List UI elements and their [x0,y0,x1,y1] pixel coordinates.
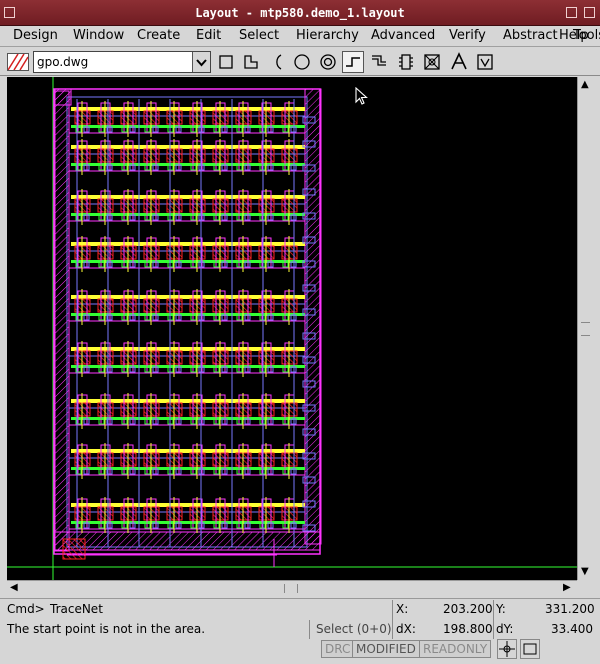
menu-window[interactable]: Window [73,28,124,43]
scroll-right-icon[interactable]: ▶ [563,583,571,593]
pin-tool-icon[interactable] [474,51,496,73]
menu-create[interactable]: Create [137,28,180,43]
chevron-down-icon[interactable] [192,52,210,72]
window-icon[interactable] [520,639,540,659]
layer-select-value: gpo.dwg [37,55,89,69]
maximize-icon[interactable] [584,7,595,18]
drc-flag: DRC [321,640,355,658]
x-label: X: [396,602,409,616]
selection-count: Select (0+0) [316,622,392,636]
via-tool-icon[interactable] [421,51,443,73]
window-title: Layout - mtp580.demo_1.layout [195,6,405,20]
menu-advanced[interactable]: Advanced [371,28,435,43]
mouse-cursor-icon [355,87,368,105]
scroll-grip-icon[interactable] [581,322,590,336]
menu-abstract[interactable]: Abstract [503,28,558,43]
dy-label: dY: [496,622,514,636]
readonly-flag: READONLY [419,640,492,658]
path-tool-icon[interactable] [342,51,364,73]
instance-tool-icon[interactable] [395,51,417,73]
scroll-down-icon[interactable]: ▼ [581,567,589,577]
modified-flag: MODIFIED [352,640,420,658]
command-label: Cmd> [7,602,45,616]
circle-tool-icon[interactable] [291,51,313,73]
menu-select[interactable]: Select [239,28,279,43]
scroll-grip-horizontal-icon[interactable] [284,584,298,593]
dx-value: 198.800 [443,622,493,636]
layer-select[interactable]: gpo.dwg [33,51,211,73]
menu-bar: Design Window Create Edit Select Hierarc… [0,26,600,47]
horizontal-scrollbar[interactable]: ◀ ▶ [7,580,577,596]
bus-tool-icon[interactable] [368,51,390,73]
text-tool-icon[interactable] [448,51,470,73]
status-message: The start point is not in the area. [7,622,206,636]
scroll-left-icon[interactable]: ◀ [10,583,18,593]
menu-tools[interactable]: Tools [573,28,600,43]
dy-value: 33.400 [551,622,593,636]
y-value: 331.200 [545,602,595,616]
rectangle-tool-icon[interactable] [215,51,237,73]
menu-design[interactable]: Design [13,28,58,43]
layout-drawing[interactable] [7,77,577,580]
menu-verify[interactable]: Verify [449,28,486,43]
y-label: Y: [496,602,506,616]
donut-tool-icon[interactable] [317,51,339,73]
scroll-up-icon[interactable]: ▲ [581,80,589,90]
polygon-tool-icon[interactable] [240,51,262,73]
dx-label: dX: [396,622,416,636]
command-value: TraceNet [50,602,103,616]
arc-tool-icon[interactable] [266,51,288,73]
menu-hierarchy[interactable]: Hierarchy [296,28,359,43]
title-bar: Layout - mtp580.demo_1.layout [0,0,600,26]
layer-swatch[interactable] [7,53,29,71]
layout-canvas[interactable] [7,77,577,580]
menu-edit[interactable]: Edit [196,28,221,43]
vertical-scrollbar[interactable]: ▲ ▼ [577,77,593,580]
minimize-icon[interactable] [566,7,577,18]
x-value: 203.200 [443,602,493,616]
crosshair-icon[interactable] [497,639,517,659]
